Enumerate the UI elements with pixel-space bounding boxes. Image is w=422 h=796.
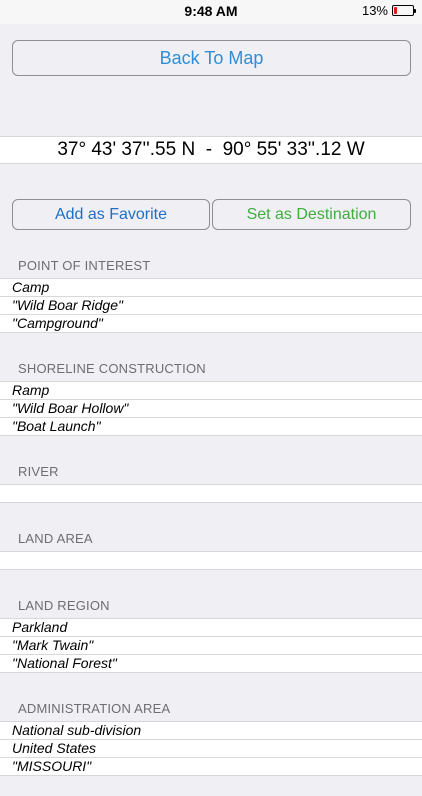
section-header: RIVER [18,464,59,479]
section-rows [0,484,422,503]
status-bar: 9:48 AM 13% [0,0,422,24]
section-rows: Parkland "Mark Twain" "National Forest" [0,618,422,673]
add-favorite-button[interactable]: Add as Favorite [12,199,210,230]
section-row [0,485,422,503]
section-rows: Ramp "Wild Boar Hollow" "Boat Launch" [0,381,422,436]
battery-percent: 13% [361,3,388,18]
section-row: "Campground" [0,315,422,333]
section-header: SHORELINE CONSTRUCTION [18,361,206,376]
section-row: National sub-division [0,722,422,740]
set-destination-button[interactable]: Set as Destination [212,199,411,230]
section-row [0,552,422,570]
section-rows: National sub-division United States "MISSO… [0,721,422,776]
battery-level [394,7,397,14]
coordinates-display: 37° 43' 37''.55 N - 90° 55' 33''.12 W [0,136,422,164]
section-row: Parkland [0,619,422,637]
section-rows: Camp "Wild Boar Ridge" "Campground" [0,278,422,333]
section-header: ADMINISTRATION AREA [18,701,171,716]
section-row: United States [0,740,422,758]
battery-icon [392,5,416,16]
section-row: Camp [0,279,422,297]
section-row: "MISSOURI" [0,758,422,776]
section-row: "National Forest" [0,655,422,673]
section-row: "Boat Launch" [0,418,422,436]
section-row: "Mark Twain" [0,637,422,655]
status-time: 9:48 AM [184,3,238,19]
section-row: Ramp [0,382,422,400]
section-row: "Wild Boar Ridge" [0,297,422,315]
section-header: LAND REGION [18,598,110,613]
status-right: 13% [361,3,416,18]
section-header: LAND AREA [18,531,93,546]
section-row: "Wild Boar Hollow" [0,400,422,418]
section-header: POINT OF INTEREST [18,258,151,273]
section-rows [0,551,422,570]
back-to-map-button[interactable]: Back To Map [12,40,411,76]
feature-sections: POINT OF INTEREST Camp "Wild Boar Ridge" "C… [0,250,422,796]
